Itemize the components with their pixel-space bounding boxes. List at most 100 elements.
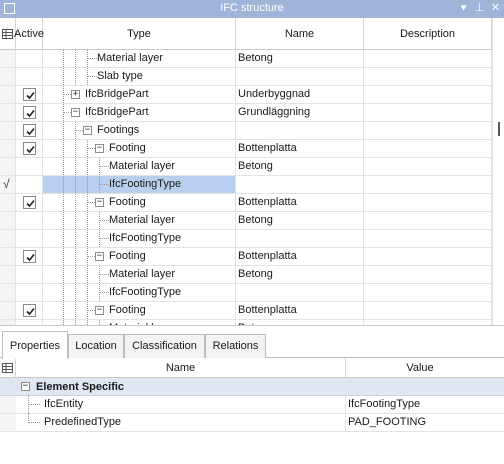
description-cell[interactable] bbox=[364, 176, 492, 193]
type-cell[interactable]: + IfcBridgePart bbox=[43, 86, 236, 103]
row-indicator[interactable] bbox=[0, 68, 16, 85]
tab-properties[interactable]: Properties bbox=[2, 331, 68, 359]
name-cell[interactable] bbox=[236, 176, 364, 193]
name-cell[interactable]: Betong bbox=[236, 320, 364, 325]
collapse-icon[interactable]: − bbox=[21, 382, 30, 391]
column-header-property-name[interactable]: Name bbox=[16, 358, 346, 378]
type-cell[interactable]: − Footing bbox=[43, 302, 236, 319]
description-cell[interactable] bbox=[364, 140, 492, 157]
tree-row[interactable]: − Footings bbox=[0, 122, 492, 140]
row-indicator[interactable] bbox=[0, 86, 16, 103]
tree-row[interactable]: IfcFootingType bbox=[0, 230, 492, 248]
name-cell[interactable]: Bottenplatta bbox=[236, 140, 364, 157]
grid-corner-icon[interactable] bbox=[0, 358, 16, 378]
tree-row[interactable]: − Footing Bottenplatta bbox=[0, 194, 492, 212]
type-cell[interactable]: Material layer bbox=[43, 212, 236, 229]
tree-row[interactable]: Material layer Betong bbox=[0, 50, 492, 68]
name-cell[interactable]: Bottenplatta bbox=[236, 248, 364, 265]
column-header-description[interactable]: Description bbox=[364, 18, 492, 50]
type-cell[interactable]: − Footings bbox=[43, 122, 236, 139]
description-cell[interactable] bbox=[364, 212, 492, 229]
row-indicator[interactable]: √ bbox=[0, 176, 16, 193]
scrollbar-thumb[interactable] bbox=[498, 122, 500, 136]
type-cell[interactable]: − IfcBridgePart bbox=[43, 104, 236, 121]
row-indicator[interactable] bbox=[0, 104, 16, 121]
active-checkbox[interactable] bbox=[22, 124, 36, 137]
tree-row[interactable]: Material layer Betong bbox=[0, 320, 492, 325]
type-cell[interactable]: IfcFootingType bbox=[43, 284, 236, 301]
description-cell[interactable] bbox=[364, 158, 492, 175]
tree-row[interactable]: IfcFootingType bbox=[0, 284, 492, 302]
type-cell[interactable]: − Footing bbox=[43, 194, 236, 211]
vertical-scrollbar[interactable] bbox=[492, 18, 504, 325]
collapse-icon[interactable]: − bbox=[95, 144, 104, 153]
name-cell[interactable]: Betong bbox=[236, 158, 364, 175]
tree-row[interactable]: − Footing Bottenplatta bbox=[0, 140, 492, 158]
row-indicator[interactable] bbox=[0, 50, 16, 67]
description-cell[interactable] bbox=[364, 302, 492, 319]
type-cell[interactable]: Material layer bbox=[43, 158, 236, 175]
tab-location[interactable]: Location bbox=[68, 334, 124, 358]
row-indicator[interactable] bbox=[0, 230, 16, 247]
column-header-property-value[interactable]: Value bbox=[346, 358, 494, 378]
tab-classification[interactable]: Classification bbox=[124, 334, 205, 358]
description-cell[interactable] bbox=[364, 248, 492, 265]
tree-row[interactable]: √ IfcFootingType bbox=[0, 176, 492, 194]
tree-row[interactable]: Material layer Betong bbox=[0, 212, 492, 230]
collapse-icon[interactable]: − bbox=[95, 252, 104, 261]
tree-row[interactable]: Material layer Betong bbox=[0, 158, 492, 176]
column-header-active[interactable]: Active bbox=[14, 18, 44, 50]
property-value[interactable]: IfcFootingType bbox=[348, 396, 420, 413]
type-cell[interactable]: − Footing bbox=[43, 140, 236, 157]
collapse-icon[interactable]: − bbox=[95, 306, 104, 315]
tree-row[interactable]: Slab type bbox=[0, 68, 492, 86]
property-row[interactable]: PredefinedType PAD_FOOTING bbox=[0, 413, 504, 432]
column-header-type[interactable]: Type bbox=[43, 18, 236, 50]
active-checkbox[interactable] bbox=[22, 142, 36, 155]
row-indicator[interactable] bbox=[0, 122, 16, 139]
description-cell[interactable] bbox=[364, 194, 492, 211]
name-cell[interactable]: Betong bbox=[236, 212, 364, 229]
row-indicator[interactable] bbox=[0, 266, 16, 283]
name-cell[interactable]: Grundläggning bbox=[236, 104, 364, 121]
name-cell[interactable]: Betong bbox=[236, 50, 364, 67]
active-checkbox[interactable] bbox=[22, 304, 36, 317]
row-indicator[interactable] bbox=[0, 212, 16, 229]
description-cell[interactable] bbox=[364, 68, 492, 85]
description-cell[interactable] bbox=[364, 122, 492, 139]
type-cell[interactable]: Material layer bbox=[43, 50, 236, 67]
type-cell[interactable]: IfcFootingType bbox=[43, 230, 236, 247]
expand-icon[interactable]: + bbox=[71, 90, 80, 99]
name-cell[interactable] bbox=[236, 230, 364, 247]
row-indicator[interactable] bbox=[0, 194, 16, 211]
tab-relations[interactable]: Relations bbox=[205, 334, 266, 358]
collapse-icon[interactable]: − bbox=[71, 108, 80, 117]
name-cell[interactable]: Underbyggnad bbox=[236, 86, 364, 103]
type-cell[interactable]: Material layer bbox=[43, 266, 236, 283]
tree-row[interactable]: − Footing Bottenplatta bbox=[0, 302, 492, 320]
tree-row[interactable]: + IfcBridgePart Underbyggnad bbox=[0, 86, 492, 104]
description-cell[interactable] bbox=[364, 230, 492, 247]
type-cell[interactable]: Slab type bbox=[43, 68, 236, 85]
name-cell[interactable]: Bottenplatta bbox=[236, 194, 364, 211]
type-cell[interactable]: − Footing bbox=[43, 248, 236, 265]
property-row[interactable]: IfcEntity IfcFootingType bbox=[0, 395, 504, 414]
active-checkbox[interactable] bbox=[22, 196, 36, 209]
close-icon[interactable]: ✕ bbox=[488, 1, 503, 16]
description-cell[interactable] bbox=[364, 266, 492, 283]
name-cell[interactable] bbox=[236, 122, 364, 139]
row-indicator[interactable] bbox=[0, 140, 16, 157]
description-cell[interactable] bbox=[364, 86, 492, 103]
row-indicator[interactable] bbox=[0, 302, 16, 319]
type-cell[interactable]: Material layer bbox=[43, 320, 236, 325]
collapse-icon[interactable]: − bbox=[95, 198, 104, 207]
tree-row[interactable]: Material layer Betong bbox=[0, 266, 492, 284]
active-checkbox[interactable] bbox=[22, 106, 36, 119]
dropdown-icon[interactable]: ▾ bbox=[456, 1, 471, 16]
description-cell[interactable] bbox=[364, 284, 492, 301]
description-cell[interactable] bbox=[364, 104, 492, 121]
name-cell[interactable] bbox=[236, 68, 364, 85]
type-cell[interactable]: IfcFootingType bbox=[43, 176, 236, 193]
row-indicator[interactable] bbox=[0, 320, 16, 325]
property-value[interactable]: PAD_FOOTING bbox=[348, 414, 426, 431]
